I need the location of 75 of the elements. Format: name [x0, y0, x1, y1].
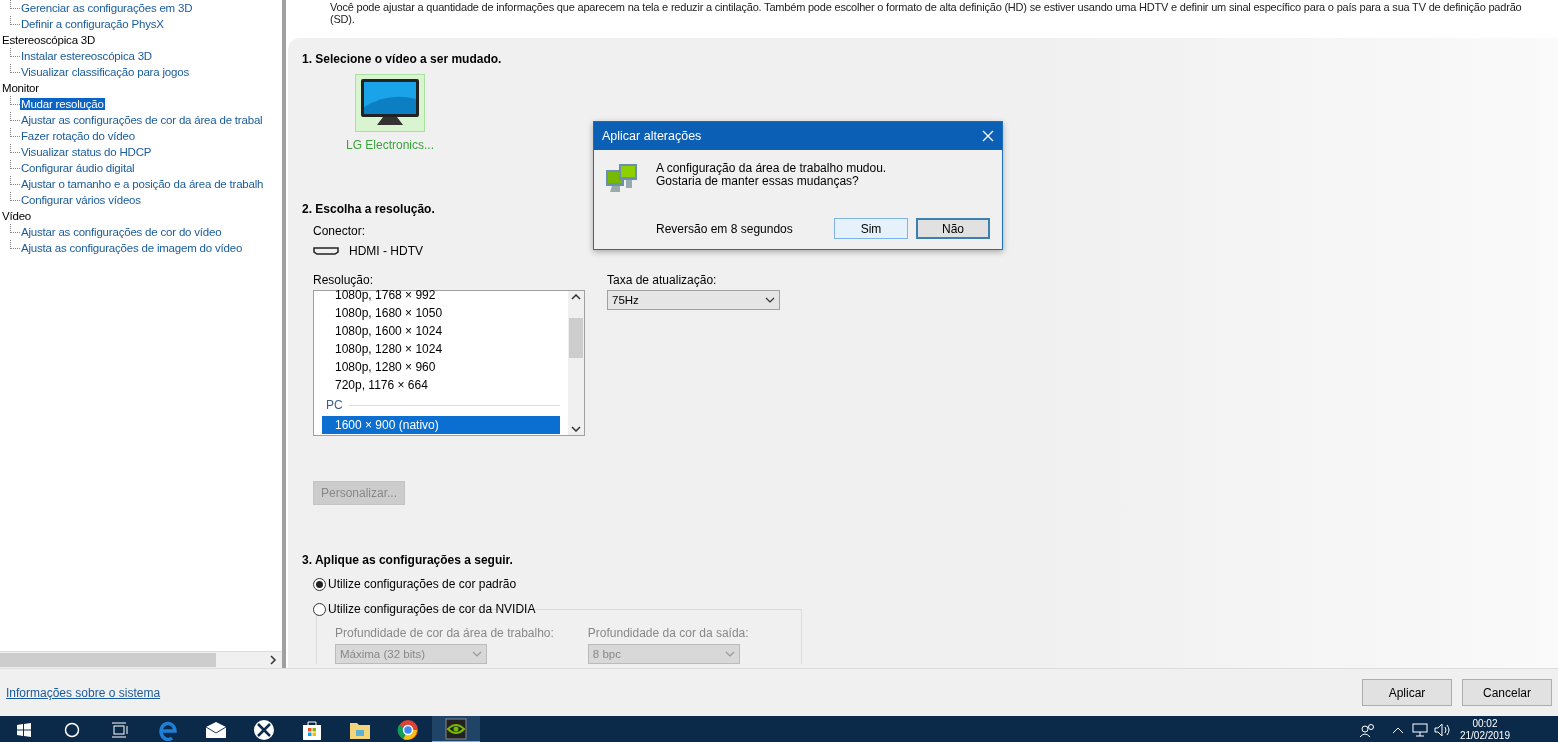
section-heading: 3. Aplique as configurações a seguir.: [302, 553, 514, 569]
section-heading: 2. Escolha a resolução.: [302, 202, 436, 218]
windows-logo-icon[interactable]: [17, 722, 31, 737]
tree-group-label[interactable]: Estereoscópica 3D: [0, 32, 282, 48]
system-info-link[interactable]: Informações sobre o sistema: [6, 685, 161, 700]
resolution-option[interactable]: 1080p, 1280 × 1024: [322, 340, 560, 358]
countdown-text: Reversão em 8 segundos: [656, 221, 793, 236]
radio-button[interactable]: [313, 602, 326, 616]
chevron-down-icon[interactable]: [571, 426, 581, 432]
connector-value: HDMI - HDTV: [349, 244, 423, 258]
chevron-up-icon[interactable]: [1391, 725, 1404, 734]
refresh-rate-label: Taxa de atualização:: [607, 272, 717, 288]
resolution-option[interactable]: 1080p, 1600 × 1024: [322, 322, 560, 340]
dialog-title: Aplicar alterações: [602, 129, 702, 143]
tree-item[interactable]: Configurar vários vídeos: [20, 194, 142, 206]
tree-item[interactable]: Instalar estereoscópica 3D: [20, 50, 153, 62]
tree-item[interactable]: Ajusta as configurações de imagem do vídeo: [20, 242, 244, 254]
description-text: Você pode ajustar a quantidade de informações que aparecem na tela e reduzir a cintilação. Também pode escolher o formato de alta definição (HD) se estiver usando uma HDTV e definir um sinal específico para o país para a sua TV de definição padrão (SD).: [330, 1, 1523, 25]
resolution-list[interactable]: 1080p, 1768 × 992 1080p, 1680 × 1050 1080p, 1600 × 1024 1080p, 1280 × 1024 1080p, 1280 × 960 720p, 1176 × 664 PC 1600 × 900 (nativo): [313, 290, 585, 436]
people-icon[interactable]: [1359, 722, 1376, 737]
resolution-option[interactable]: 720p, 1176 × 664: [322, 376, 560, 394]
dialog-button[interactable]: Não: [916, 218, 990, 239]
tree-item[interactable]: Fazer rotação do vídeo: [20, 130, 136, 142]
list-group-label: PC: [326, 397, 343, 414]
scrollbar-thumb[interactable]: [569, 318, 583, 358]
clock-time[interactable]: 00:02: [1472, 717, 1498, 730]
display-label: LG Electronics...: [346, 138, 434, 152]
resolution-option[interactable]: 1080p, 1680 × 1050: [322, 304, 560, 322]
connector-label: Conector:: [313, 223, 366, 239]
display-tile[interactable]: [355, 74, 425, 132]
tree-group-label[interactable]: Monitor: [0, 80, 282, 96]
nvidia-eye-icon: [445, 717, 467, 740]
chrome-icon: [397, 718, 419, 741]
task-view-icon[interactable]: [111, 721, 129, 738]
resolution-option[interactable]: 1600 × 900 (nativo): [322, 416, 560, 434]
footer-button[interactable]: Aplicar: [1362, 679, 1452, 706]
tree-item[interactable]: Visualizar status do HDCP: [20, 146, 153, 158]
tree-item[interactable]: Ajustar as configurações de cor da área de trabal: [20, 114, 264, 126]
tree-item[interactable]: Configurar áudio digital: [20, 162, 136, 174]
tree-item[interactable]: Gerenciar as configurações em 3D: [20, 2, 194, 14]
footer-button[interactable]: Cancelar: [1462, 679, 1552, 706]
radio-label[interactable]: Utilize configurações de cor padrão: [328, 577, 517, 591]
envelope-icon: [205, 720, 227, 739]
close-icon[interactable]: [982, 130, 994, 142]
chevron-down-icon: [765, 297, 775, 303]
tree-item[interactable]: Definir a configuração PhysX: [20, 18, 165, 30]
dialog-message: A configuração da área de trabalho mudou. Gostaria de manter essas mudanças?: [656, 162, 887, 190]
chevron-up-icon[interactable]: [571, 294, 581, 300]
vertical-scrollbar[interactable]: [568, 291, 584, 435]
resolution-label: Resolução:: [313, 272, 374, 288]
tree-item[interactable]: Mudar resolução: [20, 98, 105, 110]
shopping-bag-icon: [302, 718, 322, 741]
speaker-icon[interactable]: [1433, 722, 1452, 737]
tree-item[interactable]: Ajustar as configurações de cor do vídeo: [20, 226, 223, 238]
tree-group-label[interactable]: Vídeo: [0, 208, 282, 224]
hdmi-port-icon: [313, 247, 339, 255]
tree-item[interactable]: Ajustar o tamanho e a posição da área de trabalh: [20, 178, 265, 190]
resolution-option[interactable]: 1080p, 1280 × 960: [322, 358, 560, 376]
horizontal-scrollbar[interactable]: [0, 651, 282, 668]
section-heading: 1. Selecione o vídeo a ser mudado.: [302, 52, 503, 68]
dialog-button[interactable]: Sim: [834, 218, 908, 239]
field-label: Profundidade de cor da área de trabalho:: [335, 626, 554, 642]
radio-label[interactable]: Utilize configurações de cor da NVIDIA: [328, 602, 536, 616]
tree-item[interactable]: Visualizar classificação para jogos: [20, 66, 190, 78]
chevron-down-icon: [472, 651, 482, 657]
refresh-rate-dropdown[interactable]: 75Hz: [607, 290, 780, 310]
taskbar-app[interactable]: [432, 716, 480, 742]
clock-date[interactable]: 21/02/2019: [1459, 729, 1510, 742]
field-label: Profundidade da cor da saída:: [587, 626, 749, 642]
scrollbar-thumb[interactable]: [0, 653, 216, 667]
chevron-right-icon[interactable]: [269, 655, 277, 665]
search-icon[interactable]: [64, 721, 80, 738]
chevron-down-icon: [724, 651, 735, 657]
radio-button[interactable]: [313, 577, 326, 591]
network-icon[interactable]: [1411, 722, 1428, 737]
